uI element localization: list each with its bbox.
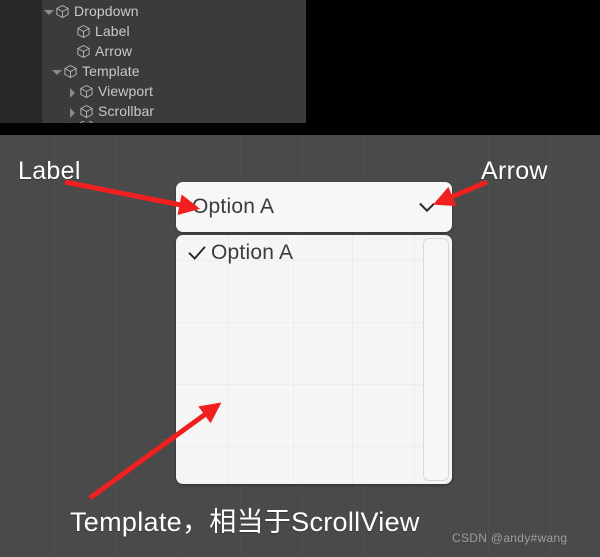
foldout-triangle-down-icon[interactable] (42, 5, 55, 18)
hierarchy-row-viewport-node[interactable]: Viewport (42, 81, 306, 101)
foldout-spacer (63, 45, 76, 58)
hierarchy-row-label: Arrow (95, 43, 133, 59)
template-grid-overlay (176, 235, 452, 484)
foldout-triangle-right-icon[interactable] (66, 121, 79, 123)
hierarchy-row-label: Scrollbar (98, 103, 155, 119)
dropdown-option-item[interactable]: Option A (176, 235, 426, 271)
cube-icon (63, 64, 78, 79)
dropdown-field[interactable]: Option A (176, 182, 452, 232)
annotation-arrow-text: Arrow (481, 157, 548, 185)
dropdown-option-label: Option A (211, 241, 294, 264)
dropdown-selected-label: Option A (192, 195, 275, 218)
hierarchy-row-partial[interactable] (42, 121, 306, 123)
hierarchy-panel: Dropdown Label Arrow Template Viewport S… (0, 0, 306, 123)
foldout-spacer (63, 25, 76, 38)
annotation-template-text: Template，相当于ScrollView (70, 507, 420, 537)
cube-icon (76, 44, 91, 59)
checkmark-icon (186, 242, 208, 264)
cube-icon (55, 4, 70, 19)
cube-icon (79, 104, 94, 119)
cube-icon (79, 121, 94, 123)
hierarchy-row-template-node[interactable]: Template (42, 61, 306, 81)
chevron-down-icon[interactable] (416, 196, 438, 218)
dropdown-template-panel: Option A (176, 235, 452, 484)
hierarchy-row-label: Label (95, 23, 130, 39)
cube-icon (76, 24, 91, 39)
annotation-label-text: Label (18, 157, 81, 185)
screenshot-stage: Dropdown Label Arrow Template Viewport S… (0, 0, 600, 557)
hierarchy-row-label: Template (82, 63, 140, 79)
foldout-triangle-right-icon[interactable] (66, 85, 79, 98)
hierarchy-row-dropdown[interactable]: Dropdown (42, 1, 306, 21)
hierarchy-row-arrow-node[interactable]: Arrow (42, 41, 306, 61)
hierarchy-row-label-node[interactable]: Label (42, 21, 306, 41)
template-viewport-divider (290, 235, 291, 484)
dropdown-scrollbar[interactable] (423, 238, 449, 481)
hierarchy-left-gutter (0, 0, 42, 123)
foldout-triangle-down-icon[interactable] (50, 65, 63, 78)
foldout-triangle-right-icon[interactable] (66, 105, 79, 118)
hierarchy-row-scrollbar-node[interactable]: Scrollbar (42, 101, 306, 121)
hierarchy-tree: Dropdown Label Arrow Template Viewport S… (42, 0, 306, 123)
hierarchy-row-label: Dropdown (74, 3, 139, 19)
cube-icon (79, 84, 94, 99)
hierarchy-row-label: Viewport (98, 83, 154, 99)
watermark: CSDN @andy#wang (452, 531, 568, 545)
